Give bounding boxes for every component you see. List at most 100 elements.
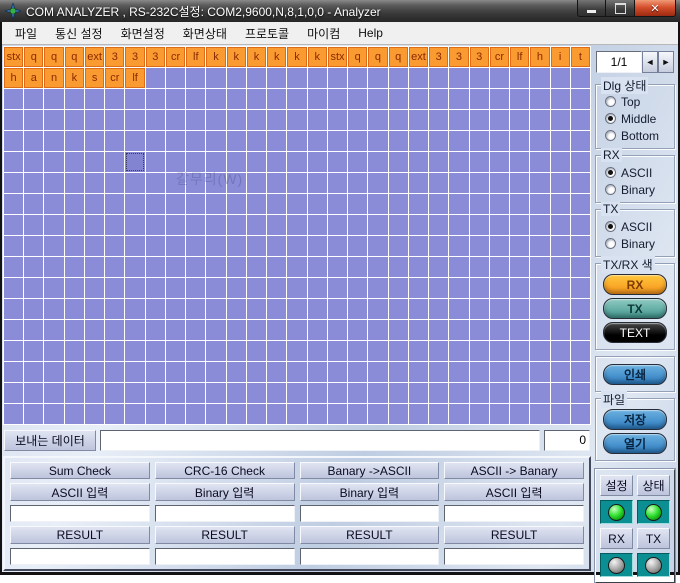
grid-cell[interactable] <box>247 278 266 298</box>
grid-cell[interactable] <box>146 341 165 361</box>
grid-cell[interactable] <box>287 341 306 361</box>
grid-cell[interactable] <box>571 278 590 298</box>
grid-cell[interactable] <box>510 341 529 361</box>
grid-cell[interactable] <box>166 215 185 235</box>
grid-cell[interactable] <box>530 299 549 319</box>
grid-cell[interactable] <box>247 362 266 382</box>
grid-cell[interactable] <box>44 152 63 172</box>
grid-cell[interactable] <box>368 194 387 214</box>
grid-cell[interactable] <box>105 362 124 382</box>
grid-cell[interactable] <box>105 110 124 130</box>
grid-cell[interactable] <box>247 320 266 340</box>
tx-color-button[interactable]: TX <box>603 298 667 319</box>
grid-cell[interactable] <box>85 383 104 403</box>
grid-cell[interactable] <box>571 194 590 214</box>
grid-cell[interactable] <box>206 152 225 172</box>
grid-cell[interactable] <box>308 68 327 88</box>
grid-cell[interactable] <box>429 152 448 172</box>
grid-cell[interactable] <box>429 383 448 403</box>
grid-cell[interactable] <box>470 131 489 151</box>
grid-cell[interactable]: q <box>348 47 367 67</box>
grid-cell[interactable] <box>125 257 144 277</box>
grid-cell[interactable] <box>490 362 509 382</box>
grid-cell[interactable] <box>24 173 43 193</box>
grid-cell[interactable] <box>368 320 387 340</box>
grid-cell[interactable] <box>470 404 489 424</box>
sum-check-result-field[interactable] <box>10 548 150 565</box>
minimize-button[interactable] <box>577 0 606 17</box>
grid-cell[interactable] <box>348 131 367 151</box>
grid-cell[interactable] <box>368 383 387 403</box>
grid-cell[interactable] <box>449 89 468 109</box>
grid-cell[interactable] <box>328 110 347 130</box>
grid-cell[interactable] <box>449 194 468 214</box>
grid-cell[interactable] <box>24 362 43 382</box>
grid-cell[interactable] <box>186 404 205 424</box>
grid-cell[interactable] <box>328 215 347 235</box>
grid-cell[interactable]: lf <box>125 68 144 88</box>
grid-cell[interactable] <box>510 257 529 277</box>
grid-cell[interactable] <box>247 341 266 361</box>
grid-cell[interactable] <box>368 215 387 235</box>
grid-cell[interactable] <box>530 68 549 88</box>
grid-cell[interactable] <box>389 257 408 277</box>
grid-cell[interactable] <box>105 404 124 424</box>
grid-cell[interactable] <box>146 173 165 193</box>
maximize-button[interactable] <box>606 0 634 17</box>
grid-cell[interactable] <box>389 89 408 109</box>
grid-cell[interactable] <box>85 257 104 277</box>
grid-cell[interactable]: ext <box>85 47 104 67</box>
grid-cell[interactable]: q <box>44 47 63 67</box>
save-button[interactable]: 저장 <box>603 409 667 430</box>
grid-cell[interactable] <box>125 110 144 130</box>
grid-cell[interactable] <box>65 257 84 277</box>
grid-cell[interactable]: lf <box>510 47 529 67</box>
radio-tx-ascii[interactable]: ASCII <box>605 219 674 234</box>
grid-cell[interactable] <box>510 278 529 298</box>
grid-cell[interactable] <box>24 215 43 235</box>
grid-cell[interactable] <box>530 110 549 130</box>
grid-cell[interactable] <box>449 236 468 256</box>
grid-cell[interactable] <box>186 257 205 277</box>
grid-cell[interactable] <box>206 299 225 319</box>
grid-cell[interactable] <box>247 110 266 130</box>
grid-cell[interactable] <box>348 278 367 298</box>
grid-cell[interactable] <box>227 299 246 319</box>
grid-cell[interactable] <box>287 173 306 193</box>
grid-cell[interactable] <box>510 68 529 88</box>
grid-cell[interactable] <box>308 404 327 424</box>
grid-cell[interactable] <box>4 215 23 235</box>
grid-cell[interactable] <box>227 236 246 256</box>
grid-cell[interactable] <box>389 320 408 340</box>
grid-cell[interactable] <box>368 362 387 382</box>
grid-cell[interactable] <box>247 173 266 193</box>
grid-cell[interactable] <box>105 278 124 298</box>
grid-cell[interactable] <box>530 362 549 382</box>
grid-cell[interactable] <box>429 320 448 340</box>
grid-cell[interactable] <box>409 341 428 361</box>
grid-cell[interactable]: 3 <box>429 47 448 67</box>
grid-cell[interactable] <box>166 236 185 256</box>
grid-cell[interactable] <box>551 299 570 319</box>
grid-cell[interactable] <box>85 299 104 319</box>
grid-cell[interactable] <box>287 299 306 319</box>
ascii-to-binary-result-button[interactable]: RESULT <box>444 526 584 543</box>
grid-cell[interactable] <box>510 110 529 130</box>
grid-cell[interactable] <box>551 110 570 130</box>
radio-rx-binary[interactable]: Binary <box>605 182 674 197</box>
grid-cell[interactable]: q <box>65 47 84 67</box>
grid-cell[interactable] <box>328 257 347 277</box>
grid-cell[interactable] <box>146 215 165 235</box>
grid-cell[interactable] <box>389 173 408 193</box>
grid-cell[interactable] <box>490 89 509 109</box>
grid-cell[interactable] <box>510 89 529 109</box>
grid-cell[interactable] <box>85 173 104 193</box>
grid-cell[interactable] <box>328 194 347 214</box>
grid-cell[interactable] <box>551 278 570 298</box>
menu-file[interactable]: 파일 <box>6 22 46 45</box>
grid-cell[interactable] <box>287 236 306 256</box>
send-data-input[interactable] <box>100 430 540 451</box>
grid-cell[interactable] <box>470 215 489 235</box>
grid-cell[interactable] <box>166 68 185 88</box>
grid-cell[interactable] <box>530 257 549 277</box>
